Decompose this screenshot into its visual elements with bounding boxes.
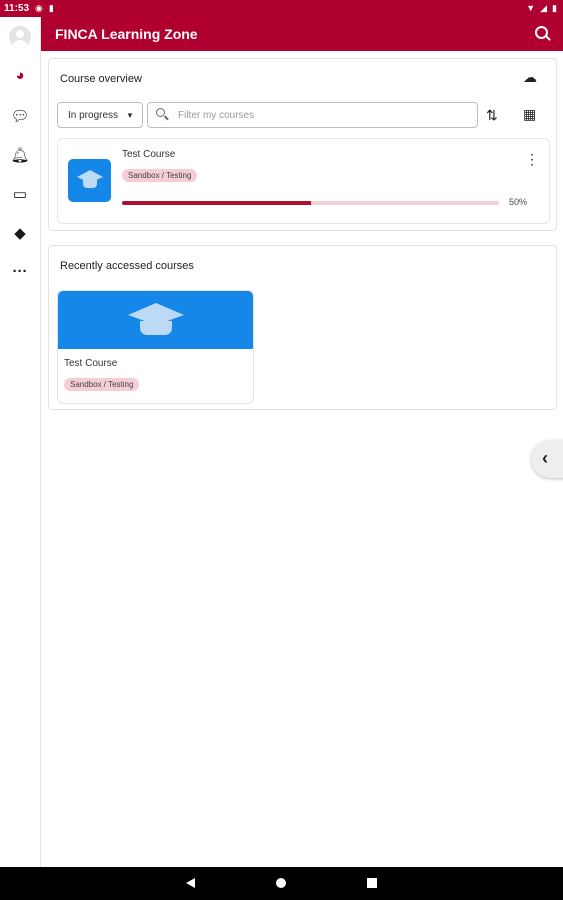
- recent-courses-title: Recently accessed courses: [60, 260, 194, 272]
- dashboard-icon[interactable]: ◕: [0, 67, 40, 84]
- course-thumbnail: [68, 159, 111, 202]
- course-filter-select[interactable]: In progress ▼: [57, 102, 143, 128]
- course-overview-card: Course overview ☁ In progress ▼ ⇅ ▦ Test…: [48, 58, 557, 231]
- recent-course-name: Test Course: [64, 358, 118, 369]
- side-panel-toggle[interactable]: ‹: [531, 440, 563, 478]
- wifi-icon: ▼: [526, 3, 536, 13]
- caret-down-icon: ▼: [126, 110, 134, 120]
- course-name[interactable]: Test Course: [122, 149, 175, 160]
- user-avatar[interactable]: [9, 26, 31, 48]
- search-icon: [156, 108, 170, 122]
- tags-icon[interactable]: ◆: [0, 224, 40, 242]
- app-bar: FINCA Learning Zone: [41, 17, 563, 51]
- course-progress-fill: [122, 201, 311, 205]
- recent-course-tile[interactable]: Test Course Sandbox / Testing: [57, 290, 254, 404]
- battery-icon: ▮: [552, 3, 557, 13]
- calendar-icon[interactable]: ▭: [0, 185, 40, 203]
- sd-card-icon: ▮: [48, 3, 54, 13]
- cloud-download-icon[interactable]: ☁: [523, 69, 537, 86]
- home-icon[interactable]: [276, 878, 286, 888]
- recent-course-category-badge: Sandbox / Testing: [64, 378, 140, 391]
- grid-icon[interactable]: ▦: [523, 106, 536, 123]
- system-navigation-bar: [0, 867, 563, 900]
- messages-icon[interactable]: 💬︎: [0, 107, 40, 125]
- filter-courses-input[interactable]: [176, 108, 460, 122]
- kebab-icon[interactable]: ⋮: [525, 152, 539, 166]
- chevron-left-icon: ‹: [542, 448, 548, 468]
- notification-icon: ◉: [35, 3, 43, 13]
- signal-icon: ◢: [540, 3, 548, 13]
- bell-icon[interactable]: 🔔︎: [0, 146, 40, 164]
- course-progress-bar: [122, 201, 499, 205]
- course-overview-title: Course overview: [60, 73, 142, 85]
- recent-courses-card: Recently accessed courses Test Course Sa…: [48, 245, 557, 410]
- sort-icon[interactable]: ⇅: [486, 107, 498, 124]
- back-icon[interactable]: [186, 878, 195, 888]
- app-title: FINCA Learning Zone: [55, 26, 198, 42]
- status-bar: 11:53 ◉ ▮ ▼ ◢ ▮: [0, 0, 563, 17]
- recent-apps-icon[interactable]: [367, 878, 377, 888]
- search-icon[interactable]: [535, 26, 551, 42]
- more-icon[interactable]: ···: [0, 263, 40, 280]
- status-time: 11:53: [4, 3, 30, 14]
- course-category-badge: Sandbox / Testing: [122, 169, 198, 182]
- course-banner: [58, 291, 253, 349]
- mortarboard-icon: [77, 170, 103, 188]
- filter-courses-field[interactable]: [147, 102, 478, 128]
- course-progress-label: 50%: [509, 197, 528, 207]
- mortarboard-icon: [128, 303, 184, 335]
- course-list-item[interactable]: Test Course Sandbox / Testing 50% ⋮: [57, 138, 550, 224]
- course-filter-value: In progress: [68, 109, 119, 121]
- navigation-rail: ◕ 💬︎ 🔔︎ ▭ ◆ ···: [0, 17, 41, 867]
